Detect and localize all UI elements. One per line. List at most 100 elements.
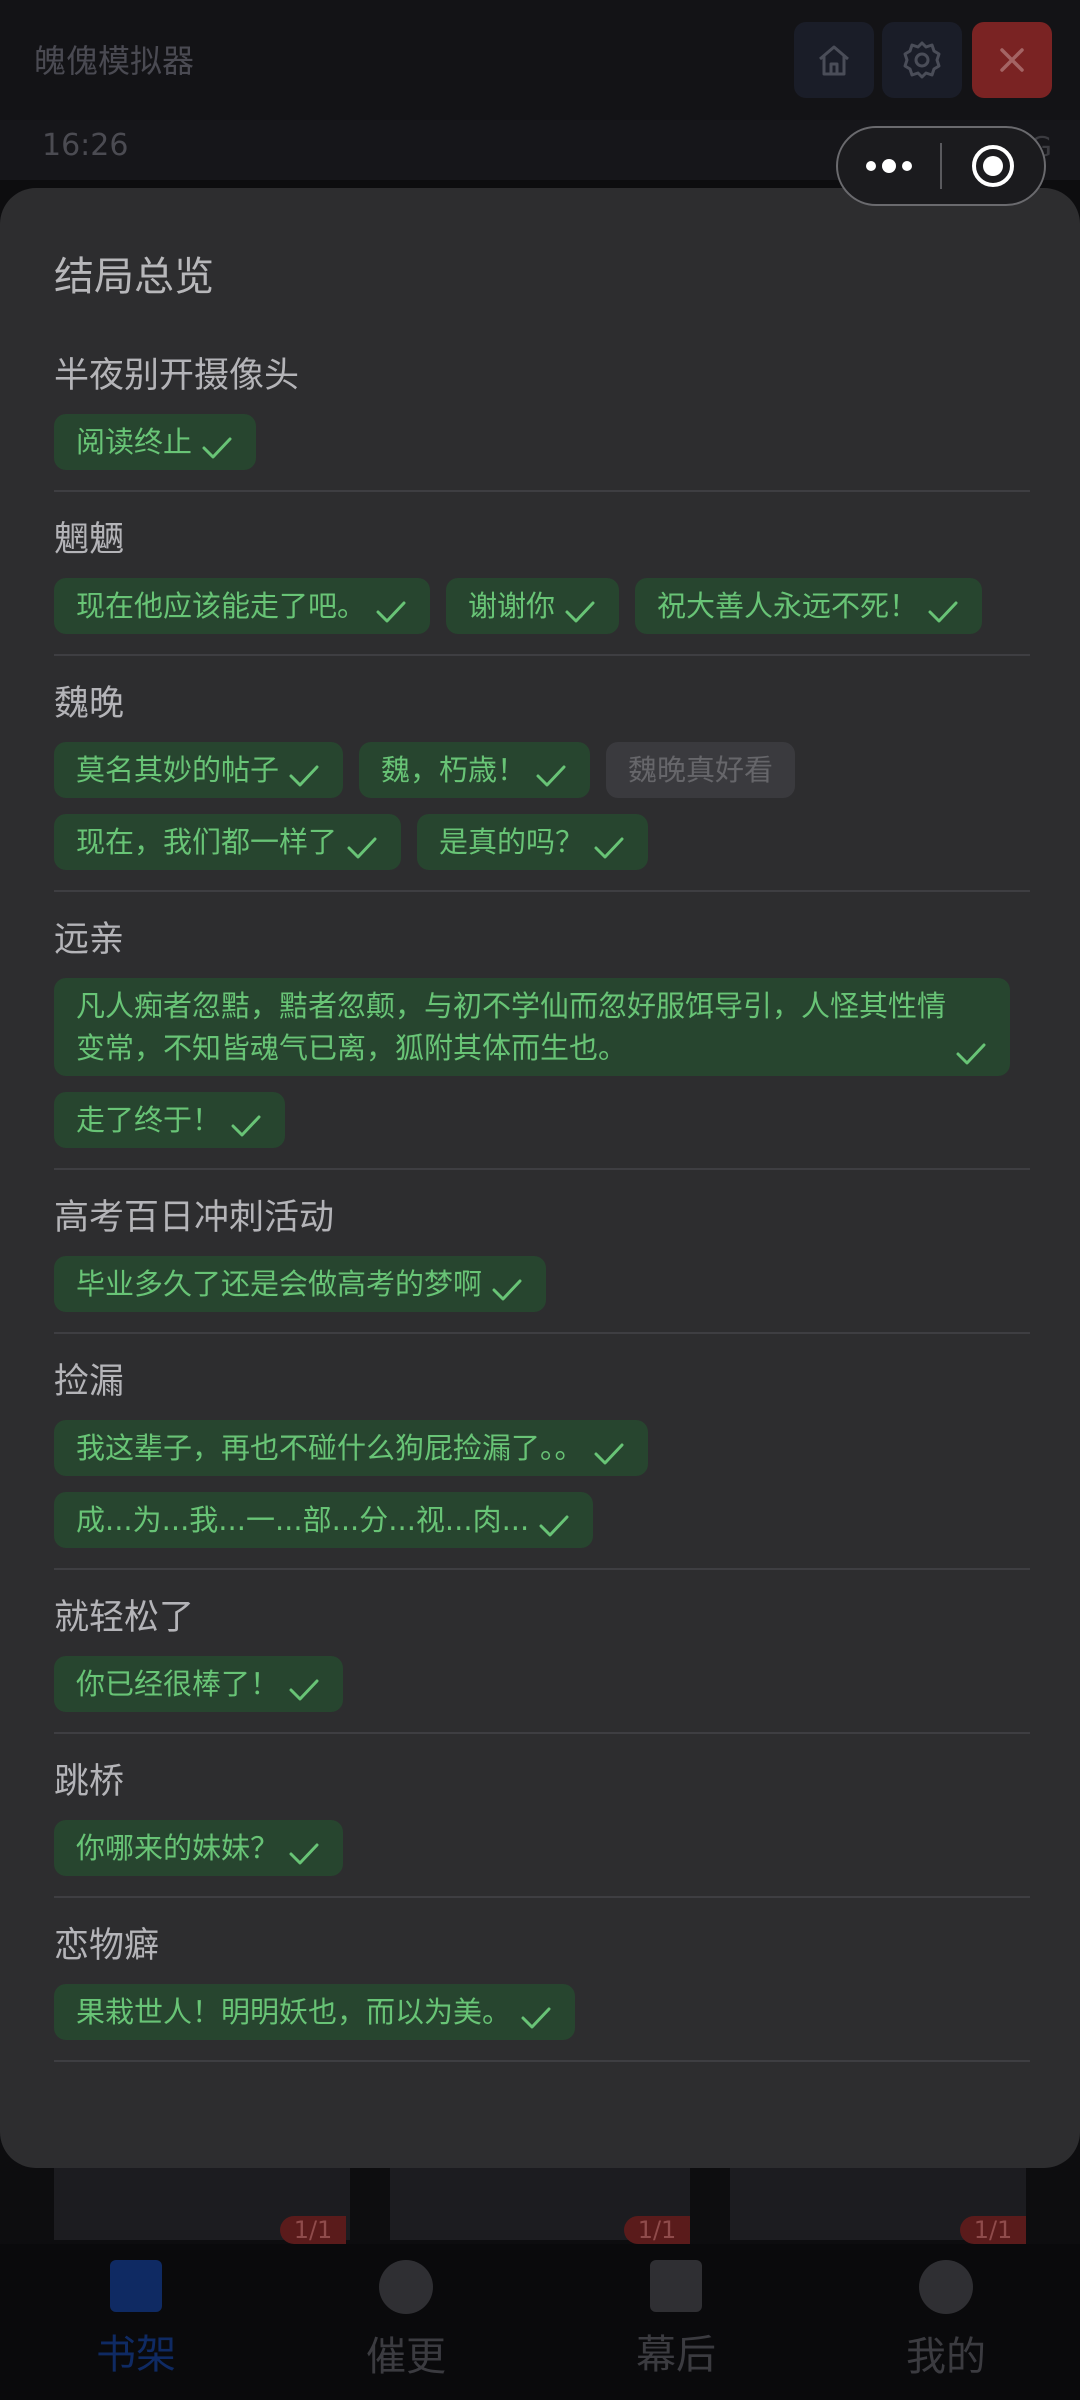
story-group: 半夜别开摄像头阅读终止	[54, 354, 1030, 492]
miniprogram-capsule	[836, 126, 1046, 206]
tab-mine[interactable]: 我的	[856, 2260, 1036, 2382]
status-time: 16:26	[42, 128, 129, 163]
ending-chip-unlocked[interactable]: 走了终于！	[54, 1092, 286, 1148]
ending-label: 凡人痴者忽黠，黠者忽颠，与初不学仙而忽好服饵导引，人怪其性情变常，不知皆魂气已离…	[76, 989, 947, 1065]
ending-label: 现在，我们都一样了	[76, 825, 338, 859]
checkmark-icon	[202, 437, 232, 459]
ending-chips: 我这辈子，再也不碰什么狗屁捡漏了。。 成...为...我...一...部...分.…	[54, 1420, 1030, 1548]
checkmark-icon	[565, 601, 595, 623]
story-title: 远亲	[54, 920, 125, 960]
ending-chips: 你已经很棒了！	[54, 1656, 1030, 1712]
ending-chip-unlocked[interactable]: 果栽世人！明明妖也，而以为美。	[54, 1984, 576, 2040]
story-group: 跳桥你哪来的妹妹？	[54, 1760, 1030, 1898]
ending-label: 你哪来的妹妹？	[76, 1831, 280, 1865]
checkmark-icon	[521, 2007, 551, 2029]
story-group: 就轻松了你已经很棒了！	[54, 1596, 1030, 1734]
story-title: 跳桥	[54, 1762, 125, 1802]
home-button[interactable]	[794, 22, 874, 98]
tab-behind-scenes[interactable]: 幕后	[586, 2260, 766, 2380]
story-title: 捡漏	[54, 1362, 125, 1402]
ending-chip-unlocked[interactable]: 莫名其妙的帖子	[54, 742, 344, 798]
app-title: 魄傀模拟器	[34, 42, 195, 80]
bottom-tab-bar: 书架 催更 幕后 我的	[0, 2244, 1080, 2400]
ending-label: 成...为...我...一...部...分...视...肉...	[76, 1503, 530, 1537]
story-title: 恋物癖	[54, 1926, 160, 1966]
story-group: 远亲凡人痴者忽黠，黠者忽颠，与初不学仙而忽好服饵导引，人怪其性情变常，不知皆魂气…	[54, 918, 1030, 1170]
ending-label: 走了终于！	[76, 1103, 222, 1137]
progress-badge: 1/1	[624, 2216, 690, 2244]
gear-icon	[903, 41, 941, 79]
checkmark-icon	[594, 1443, 624, 1465]
ending-chip-unlocked[interactable]: 魏，朽歳！	[359, 742, 591, 798]
ending-chips: 现在他应该能走了吧。 谢谢你 祝大善人永远不死！	[54, 578, 1030, 634]
ending-chip-unlocked[interactable]: 我这辈子，再也不碰什么狗屁捡漏了。。	[54, 1420, 648, 1476]
ending-chip-unlocked[interactable]: 现在，我们都一样了	[54, 814, 402, 870]
settings-button[interactable]	[882, 22, 962, 98]
checkmark-icon	[347, 837, 377, 859]
story-group: 恋物癖果栽世人！明明妖也，而以为美。	[54, 1924, 1030, 2062]
story-group: 魏晚莫名其妙的帖子 魏，朽歳！ 魏晚真好看现在，我们都一样了 是真的吗？	[54, 682, 1030, 892]
ending-chip-unlocked[interactable]: 你哪来的妹妹？	[54, 1820, 344, 1876]
progress-badge: 1/1	[280, 2216, 346, 2244]
home-icon	[819, 45, 849, 76]
ending-chips: 毕业多久了还是会做高考的梦啊	[54, 1256, 1030, 1312]
story-title: 高考百日冲刺活动	[54, 1198, 335, 1238]
tab-label: 催更	[366, 2334, 446, 2380]
ending-label: 魏，朽歳！	[381, 753, 527, 787]
progress-badge: 1/1	[960, 2216, 1026, 2244]
more-dots-icon	[866, 159, 912, 173]
checkmark-icon	[289, 1843, 319, 1865]
ending-chips: 果栽世人！明明妖也，而以为美。	[54, 1984, 1030, 2040]
ending-chips: 你哪来的妹妹？	[54, 1820, 1030, 1876]
sheet-title: 结局总览	[54, 254, 214, 300]
checkmark-icon	[492, 1279, 522, 1301]
story-title: 魏晚	[54, 684, 125, 724]
ending-label: 是真的吗？	[439, 825, 585, 859]
ending-chip-unlocked[interactable]: 谢谢你	[446, 578, 620, 634]
checkmark-icon	[231, 1115, 261, 1137]
ending-chip-unlocked[interactable]: 现在他应该能走了吧。	[54, 578, 431, 634]
circle-icon	[379, 2260, 433, 2314]
checkmark-icon	[536, 765, 566, 787]
ending-label: 我这辈子，再也不碰什么狗屁捡漏了。。	[76, 1431, 584, 1465]
ending-label: 莫名其妙的帖子	[76, 753, 280, 787]
story-group: 高考百日冲刺活动毕业多久了还是会做高考的梦啊	[54, 1196, 1030, 1334]
checkmark-icon	[956, 1043, 986, 1065]
close-icon	[1000, 48, 1024, 72]
ending-label: 你已经很棒了！	[76, 1667, 280, 1701]
book-cover: 1/1	[390, 2160, 690, 2244]
story-title: 就轻松了	[54, 1598, 195, 1638]
story-title: 魍魉	[54, 520, 125, 560]
bookshelf-icon	[110, 2260, 162, 2312]
ending-label: 现在他应该能走了吧。	[76, 589, 367, 623]
square-icon	[650, 2260, 702, 2312]
story-title: 半夜别开摄像头	[54, 356, 300, 396]
ending-label: 谢谢你	[468, 589, 556, 623]
ending-chip-unlocked[interactable]: 毕业多久了还是会做高考的梦啊	[54, 1256, 547, 1312]
endings-list: 半夜别开摄像头阅读终止魍魉现在他应该能走了吧。 谢谢你 祝大善人永远不死！ 魏晚莫名其…	[54, 354, 1030, 2088]
ending-chip-unlocked[interactable]: 阅读终止	[54, 414, 257, 470]
ending-chip-locked[interactable]: 魏晚真好看	[606, 742, 796, 798]
tab-label: 幕后	[636, 2332, 716, 2378]
story-group: 捡漏我这辈子，再也不碰什么狗屁捡漏了。。 成...为...我...一...部...…	[54, 1360, 1030, 1570]
tab-urge-update[interactable]: 催更	[316, 2260, 496, 2382]
ending-label: 毕业多久了还是会做高考的梦啊	[76, 1267, 483, 1301]
ending-chip-unlocked[interactable]: 你已经很棒了！	[54, 1656, 344, 1712]
target-icon	[972, 145, 1014, 187]
tab-label: 书架	[96, 2332, 176, 2378]
ending-chips: 阅读终止	[54, 414, 1030, 470]
circle-icon	[919, 2260, 973, 2314]
ending-label: 阅读终止	[76, 425, 193, 459]
ending-chip-unlocked[interactable]: 祝大善人永远不死！	[635, 578, 983, 634]
tab-bookshelf[interactable]: 书架	[46, 2260, 226, 2380]
ending-label: 果栽世人！明明妖也，而以为美。	[76, 1995, 512, 2029]
exit-miniprogram-button[interactable]	[942, 128, 1044, 204]
ending-label: 祝大善人永远不死！	[657, 589, 919, 623]
more-button[interactable]	[838, 128, 940, 204]
book-cover: 1/1	[54, 2160, 350, 2244]
ending-chip-unlocked[interactable]: 是真的吗？	[417, 814, 649, 870]
close-button[interactable]	[972, 22, 1052, 98]
ending-chip-unlocked[interactable]: 成...为...我...一...部...分...视...肉...	[54, 1492, 594, 1548]
ending-chips: 莫名其妙的帖子 魏，朽歳！ 魏晚真好看现在，我们都一样了 是真的吗？	[54, 742, 1030, 870]
ending-chip-unlocked[interactable]: 凡人痴者忽黠，黠者忽颠，与初不学仙而忽好服饵导引，人怪其性情变常，不知皆魂气已离…	[54, 978, 1010, 1076]
